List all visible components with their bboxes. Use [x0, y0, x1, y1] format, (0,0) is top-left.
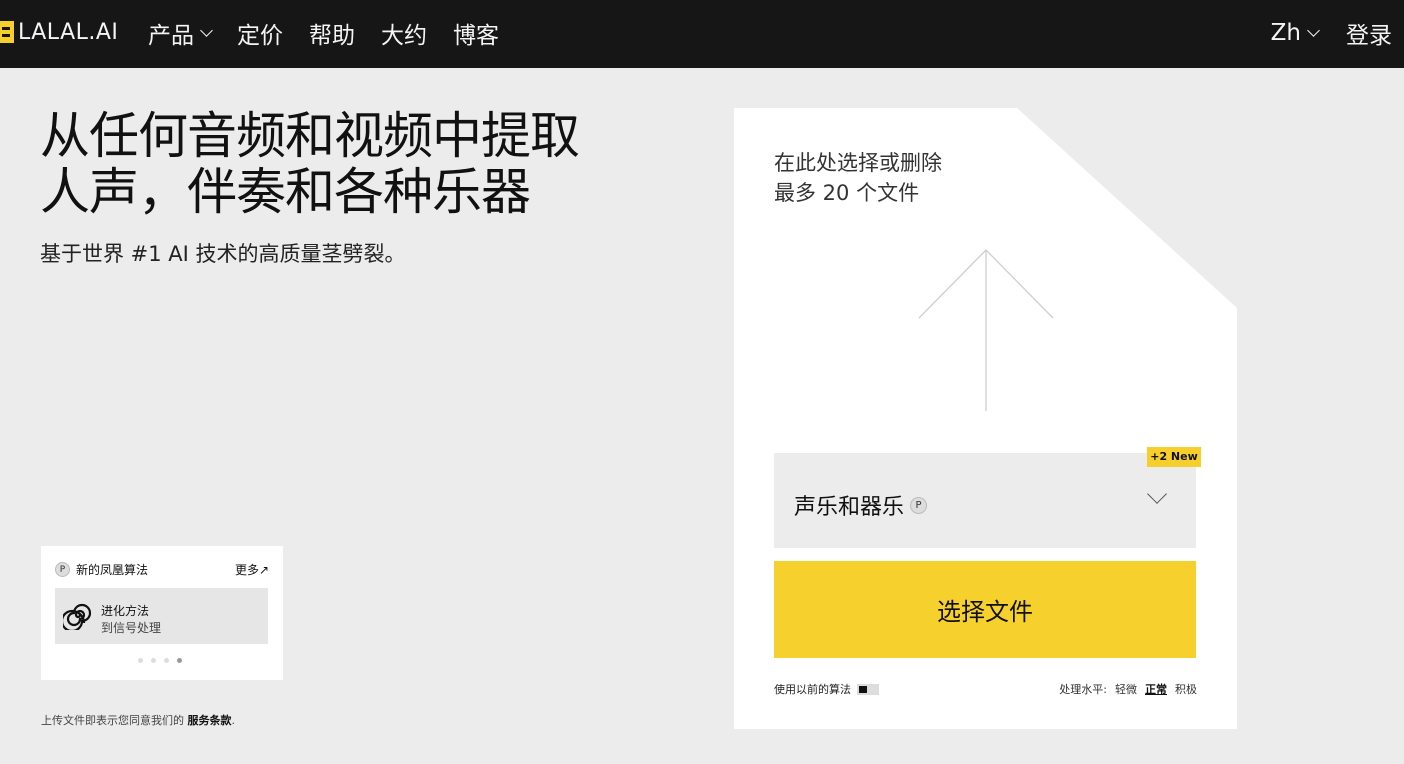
previous-algorithm-toggle[interactable]	[857, 683, 879, 695]
processing-level: 处理水平: 轻微 正常 积极	[1059, 681, 1197, 697]
chevron-down-icon	[1147, 484, 1167, 504]
processing-level-label: 处理水平:	[1059, 683, 1107, 696]
stem-type-select[interactable]: 声乐和器乐 P	[774, 453, 1196, 548]
nav-item-label: 产品	[148, 23, 194, 49]
level-option-mild[interactable]: 轻微	[1115, 681, 1137, 697]
previous-algorithm-toggle-row: 使用以前的算法	[774, 681, 879, 697]
nav-right: Zh 登录	[1271, 16, 1392, 50]
hero-title: 从任何音频和视频中提取 人声，伴奏和各种乐器	[40, 108, 640, 220]
terms-notice: 上传文件即表示您同意我们的 服务条款.	[41, 712, 235, 728]
nav-item-products[interactable]: 产品	[148, 16, 213, 50]
more-link[interactable]: 更多↗	[235, 561, 269, 578]
carousel-dots	[138, 658, 182, 663]
new-badge: +2 New	[1147, 447, 1201, 467]
nav-links: 产品 定价 帮助 大约 博客	[148, 16, 499, 50]
chevron-down-icon	[1307, 23, 1320, 37]
login-link[interactable]: 登录	[1346, 16, 1392, 50]
dropzone-hint-line1: 在此处选择或删除	[774, 151, 942, 175]
nav-item-pricing[interactable]: 定价	[237, 16, 283, 50]
slide-title: 进化方法	[101, 604, 150, 618]
carousel-dot[interactable]	[138, 658, 143, 663]
nav-item-blog[interactable]: 博客	[453, 16, 499, 50]
slide-subtitle: 到信号处理	[101, 621, 162, 635]
terms-prefix: 上传文件即表示您同意我们的	[41, 714, 188, 727]
upload-arrow-icon	[918, 249, 1054, 411]
stem-type-value: 声乐和器乐	[794, 495, 905, 520]
logo[interactable]: LALAL.AI	[0, 19, 118, 45]
level-option-normal[interactable]: 正常	[1145, 681, 1167, 697]
hero-subtitle: 基于世界 #1 AI 技术的高质量茎劈裂。	[40, 242, 406, 266]
previous-algorithm-label: 使用以前的算法	[774, 683, 851, 696]
hero-title-line1: 从任何音频和视频中提取	[40, 107, 580, 165]
logo-text: LALAL.AI	[18, 19, 119, 45]
language-selector[interactable]: Zh	[1270, 20, 1320, 46]
spiral-icon	[63, 603, 92, 630]
language-label: Zh	[1270, 20, 1301, 46]
phoenix-badge-icon: P	[910, 496, 928, 514]
nav-item-help[interactable]: 帮助	[309, 16, 355, 50]
nav-item-about[interactable]: 大约	[381, 16, 427, 50]
carousel-dot[interactable]	[164, 658, 169, 663]
hero-title-line2: 人声，伴奏和各种乐器	[40, 163, 531, 221]
news-card: P 新的凤凰算法 更多↗ 进化方法 到信号处理	[41, 546, 283, 680]
terms-link[interactable]: 服务条款	[188, 714, 232, 727]
carousel-dot-active[interactable]	[177, 658, 182, 663]
chevron-down-icon	[200, 23, 213, 37]
terms-suffix: .	[231, 714, 236, 727]
level-option-aggressive[interactable]: 积极	[1175, 681, 1197, 697]
news-card-header: P 新的凤凰算法 更多↗	[55, 561, 269, 578]
news-card-title: 新的凤凰算法	[76, 563, 149, 577]
phoenix-badge-icon: P	[55, 562, 70, 577]
logo-icon	[0, 21, 14, 43]
stem-type-label: 声乐和器乐 P	[794, 489, 933, 521]
choose-files-button[interactable]: 选择文件	[774, 561, 1196, 658]
top-nav: LALAL.AI 产品 定价 帮助 大约 博客 Zh 登录	[0, 0, 1404, 68]
carousel-dot[interactable]	[151, 658, 156, 663]
dropzone-hint: 在此处选择或删除 最多 20 个文件	[774, 148, 942, 208]
dropzone-hint-line2: 最多 20 个文件	[774, 181, 920, 205]
news-card-slide[interactable]: 进化方法 到信号处理	[55, 588, 268, 644]
